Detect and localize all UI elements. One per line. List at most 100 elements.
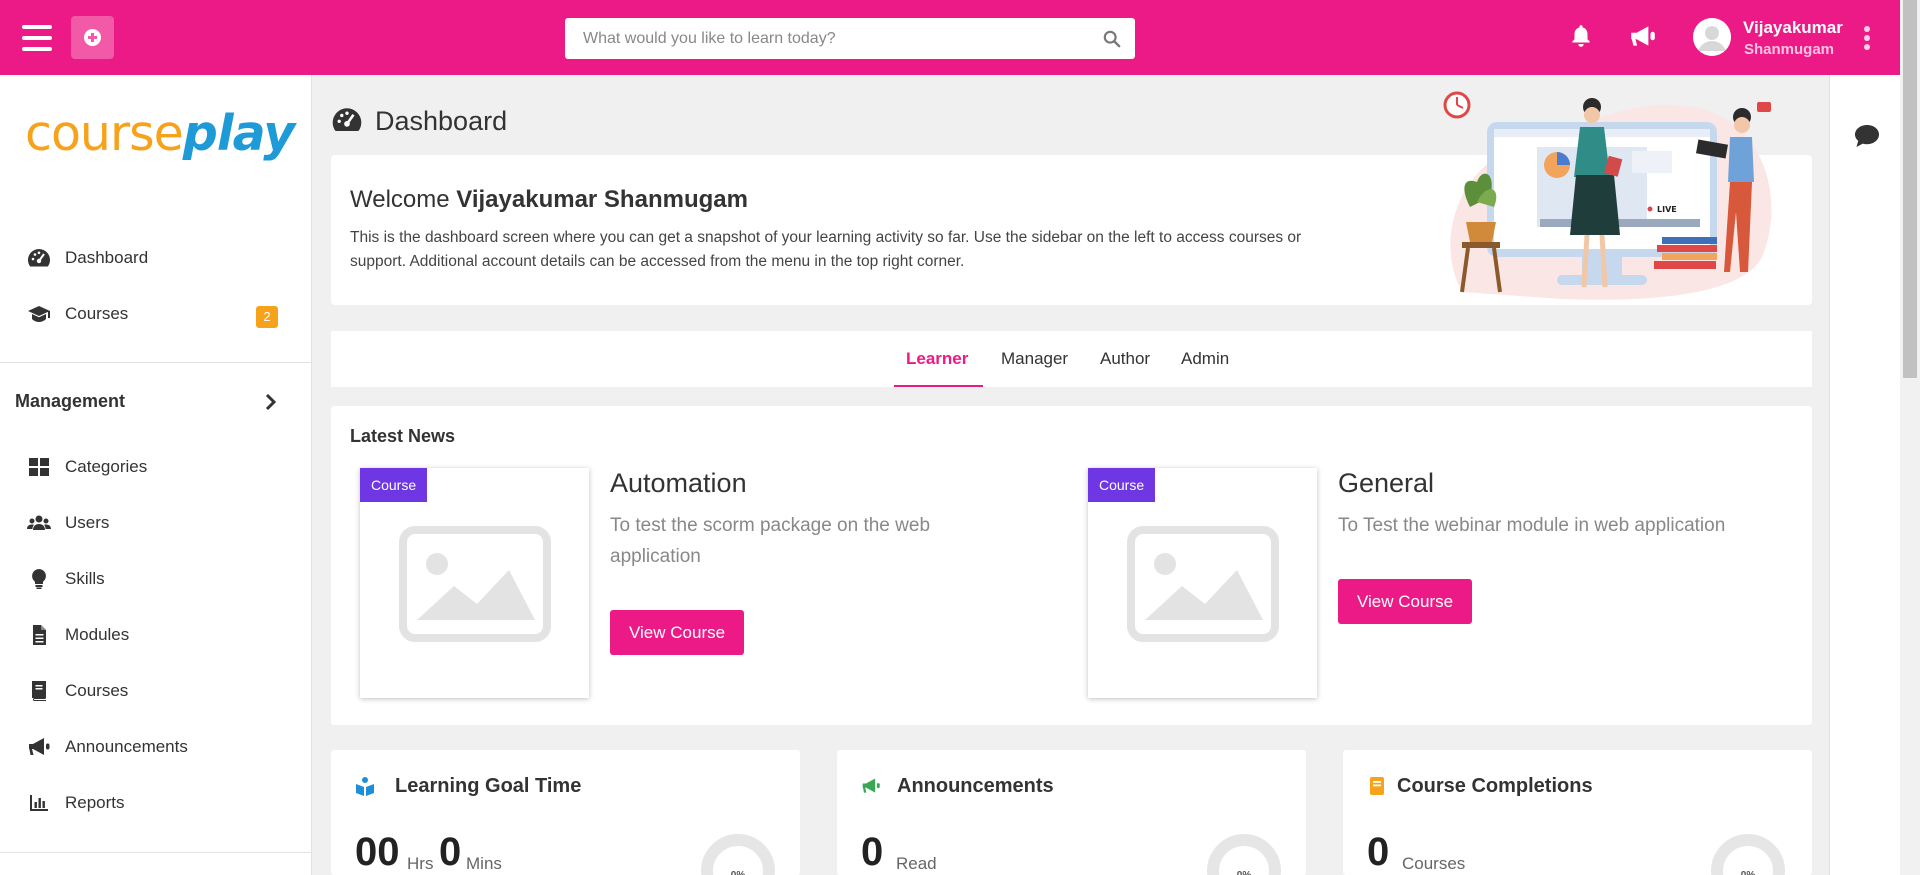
sidebar-item-courses[interactable]: Courses 2 [0, 294, 312, 334]
tab-manager[interactable]: Manager [1001, 349, 1068, 369]
sidebar-divider [0, 852, 312, 853]
active-tab-indicator [894, 385, 983, 387]
chat-icon[interactable] [1853, 123, 1881, 149]
book-icon [32, 681, 46, 701]
dashboard-icon [28, 249, 50, 267]
progress-percent: 0% [1219, 870, 1269, 875]
progress-percent: 0% [1723, 870, 1773, 875]
goal-mins-unit: Mins [466, 854, 502, 873]
management-heading[interactable]: Management [15, 391, 125, 412]
top-bar: Vijayakumar Shanmugam [0, 0, 1900, 75]
search-box [565, 18, 1135, 59]
stat-title: Learning Goal Time [395, 775, 582, 797]
bar-chart-icon [30, 795, 48, 811]
sidebar-item-label: Modules [65, 625, 130, 644]
progress-donut: 0% [701, 834, 775, 875]
book-open-icon [356, 777, 374, 796]
sidebar-item-label: Announcements [65, 737, 188, 756]
svg-text:LIVE: LIVE [1657, 205, 1677, 214]
megaphone-icon [29, 738, 50, 755]
menu-icon[interactable] [22, 25, 52, 51]
sidebar-item-reports[interactable]: Reports [0, 783, 312, 823]
news-title[interactable]: Automation [610, 468, 747, 499]
sidebar-item-label: Categories [65, 457, 148, 476]
view-course-button[interactable]: View Course [1338, 579, 1473, 624]
sidebar-item-courses-management[interactable]: Courses [0, 671, 312, 711]
news-thumbnail[interactable]: Course [360, 468, 589, 698]
sidebar-item-skills[interactable]: Skills [0, 559, 312, 599]
announcements-unit: Read [896, 854, 937, 873]
sidebar-item-announcements[interactable]: Announcements [0, 727, 312, 767]
chevron-right-icon[interactable] [264, 393, 278, 411]
latest-news-card: Latest News Course Automation To test th… [331, 406, 1812, 725]
goal-hours-unit: Hrs [407, 854, 434, 873]
sidebar-item-label: Courses [65, 681, 129, 700]
sidebar-item-dashboard[interactable]: Dashboard [0, 238, 312, 278]
view-course-button[interactable]: View Course [610, 610, 745, 655]
sidebar-item-label: Courses [65, 304, 129, 323]
tab-author[interactable]: Author [1100, 349, 1150, 369]
sidebar-item-label: Reports [65, 793, 125, 812]
goal-mins-value: 0 [439, 830, 462, 874]
sidebar-divider [0, 362, 312, 363]
welcome-title: Welcome Vijayakumar Shanmugam [350, 186, 748, 214]
users-icon [27, 515, 51, 530]
progress-donut: 0% [1207, 834, 1281, 875]
sidebar-item-modules[interactable]: Modules [0, 615, 312, 655]
search-input[interactable] [565, 18, 1085, 59]
sidebar: courseplay Dashboard Courses 2 Managemen… [0, 75, 312, 875]
sidebar-item-label: Skills [65, 569, 105, 588]
user-last-name[interactable]: Shanmugam [1744, 41, 1834, 58]
more-options-icon[interactable] [1864, 26, 1874, 52]
latest-news-heading: Latest News [350, 426, 456, 446]
image-placeholder-icon [399, 526, 551, 642]
goal-hours-value: 00 [355, 830, 400, 874]
graduation-cap-icon [28, 306, 50, 322]
stat-title: Course Completions [1397, 775, 1593, 797]
welcome-user-name: Vijayakumar Shanmugam [456, 186, 748, 213]
user-first-name[interactable]: Vijayakumar [1743, 18, 1843, 38]
scrollbar-thumb[interactable] [1903, 0, 1917, 378]
sidebar-item-label: Dashboard [65, 248, 149, 267]
right-panel [1829, 75, 1900, 875]
add-button[interactable] [71, 16, 114, 59]
search-icon[interactable] [1103, 30, 1121, 48]
course-completions-card: Course Completions 0 Courses 0% [1343, 750, 1812, 875]
news-description: To Test the webinar module in web applic… [1338, 515, 1726, 536]
scrollbar[interactable] [1900, 0, 1920, 875]
logo-course-text: course [25, 105, 184, 162]
role-tabs: Learner Manager Author Admin [331, 331, 1812, 387]
dashboard-icon [332, 108, 362, 132]
sidebar-item-categories[interactable]: Categories [0, 447, 312, 487]
avatar[interactable] [1693, 18, 1731, 56]
announcements-card: Announcements 0 Read 0% [837, 750, 1306, 875]
progress-percent: 0% [713, 870, 763, 875]
megaphone-icon[interactable] [1628, 23, 1658, 49]
news-tag: Course [360, 468, 428, 502]
page-title: Dashboard [375, 106, 508, 136]
progress-donut: 0% [1711, 834, 1785, 875]
news-thumbnail[interactable]: Course [1088, 468, 1317, 698]
book-icon [1370, 777, 1384, 795]
tab-admin[interactable]: Admin [1181, 349, 1229, 369]
completions-unit: Courses [1402, 854, 1466, 873]
news-tag: Course [1088, 468, 1156, 502]
dashboard-illustration: LIVE [1443, 91, 1772, 300]
file-icon [33, 625, 46, 645]
grid-icon [29, 458, 49, 476]
news-title[interactable]: General [1338, 468, 1434, 499]
welcome-prefix: Welcome [350, 186, 450, 213]
tab-learner[interactable]: Learner [906, 349, 968, 369]
welcome-description: This is the dashboard screen where you c… [350, 229, 1302, 270]
plus-circle-icon [84, 29, 101, 46]
user-icon [1693, 18, 1731, 56]
stat-title: Announcements [897, 775, 1054, 797]
sidebar-item-users[interactable]: Users [0, 503, 312, 543]
logo[interactable]: courseplay [25, 105, 295, 162]
announcements-value: 0 [861, 830, 884, 874]
image-placeholder-icon [1127, 526, 1279, 642]
megaphone-icon [862, 778, 880, 793]
learning-goal-card: Learning Goal Time 00 Hrs 0 Mins 0% [331, 750, 800, 875]
logo-play-text: play [182, 105, 295, 162]
bell-icon[interactable] [1568, 23, 1594, 49]
